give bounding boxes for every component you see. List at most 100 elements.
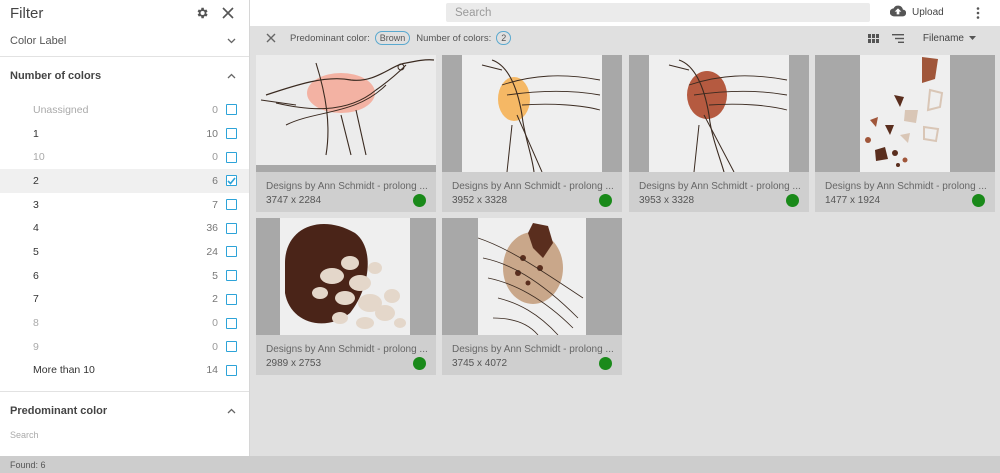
image-filename: Designs by Ann Schmidt - prolong ...	[452, 181, 614, 192]
image-dimensions: 3747 x 2284	[266, 195, 322, 206]
image-card[interactable]: Designs by Ann Schmidt - prolong ... 374…	[256, 55, 436, 212]
number-of-colors-option[interactable]: 1 10	[0, 122, 249, 146]
option-checkbox[interactable]	[226, 364, 237, 376]
number-of-colors-option[interactable]: More than 10 14	[0, 359, 249, 383]
image-thumbnail	[256, 218, 436, 335]
number-of-colors-option[interactable]: 26	[0, 169, 249, 193]
option-count: 24	[206, 245, 218, 258]
option-checkbox[interactable]	[226, 128, 237, 140]
status-dot	[786, 194, 799, 207]
found-count: Found: 6	[10, 459, 46, 470]
image-card[interactable]: Designs by Ann Schmidt - prolong ... 395…	[629, 55, 809, 212]
option-label: 7	[33, 293, 39, 306]
more-vert-icon[interactable]	[968, 3, 988, 23]
image-filename: Designs by Ann Schmidt - prolong ...	[639, 181, 801, 192]
number-of-colors-option[interactable]: Unassigned 0	[0, 98, 249, 122]
option-label: 8	[33, 317, 39, 330]
number-of-colors-option[interactable]: 90	[0, 335, 249, 359]
image-filename: Designs by Ann Schmidt - prolong ...	[266, 344, 428, 355]
number-of-colors-option[interactable]: 4 36	[0, 216, 249, 240]
number-of-colors-option[interactable]: 37	[0, 193, 249, 217]
status-dot	[599, 357, 612, 370]
option-checkbox[interactable]	[226, 341, 237, 353]
upload-button[interactable]: Upload	[889, 3, 944, 22]
predominant-color-search[interactable]: Search	[0, 430, 249, 442]
image-dimensions: 1477 x 1924	[825, 195, 881, 206]
color-label-section[interactable]: Color Label	[0, 26, 249, 56]
chevron-up-icon	[223, 403, 239, 419]
sort-dropdown[interactable]: Filename	[923, 33, 976, 44]
filter-title: Filter	[10, 4, 44, 22]
option-label: 5	[33, 245, 39, 258]
number-of-colors-option[interactable]: 72	[0, 288, 249, 312]
image-card[interactable]: Designs by Ann Schmidt - prolong ... 298…	[256, 218, 436, 375]
image-thumbnail	[629, 55, 809, 172]
option-checkbox[interactable]	[226, 270, 237, 282]
active-filters-bar: Predominant color: Brown Number of color…	[250, 26, 1000, 50]
image-thumbnail	[442, 55, 622, 172]
search-input[interactable]: Search	[446, 3, 870, 22]
image-card[interactable]: Designs by Ann Schmidt - prolong ... 147…	[815, 55, 995, 212]
status-dot	[413, 357, 426, 370]
image-thumbnail	[442, 218, 622, 335]
sort-order-icon[interactable]	[889, 29, 907, 47]
image-thumbnail	[815, 55, 995, 172]
number-filter-label: Number of colors:	[416, 32, 492, 44]
abstract-shapes-image	[285, 224, 406, 329]
number-of-colors-title: Number of colors	[10, 70, 102, 82]
upload-label: Upload	[912, 7, 944, 18]
cloud-upload-icon	[889, 5, 907, 20]
option-count: 5	[212, 269, 218, 282]
image-filename: Designs by Ann Schmidt - prolong ...	[266, 181, 428, 192]
option-label: 2	[33, 174, 39, 187]
color-label-title: Color Label	[10, 35, 67, 47]
abstract-shapes-image	[865, 57, 944, 167]
option-checkbox[interactable]	[226, 175, 237, 187]
option-label: 1	[33, 127, 39, 140]
status-dot	[599, 194, 612, 207]
number-of-colors-option[interactable]: 65	[0, 264, 249, 288]
option-checkbox[interactable]	[226, 104, 237, 116]
grid-view-icon[interactable]	[865, 29, 883, 47]
number-of-colors-option[interactable]: 10 0	[0, 145, 249, 169]
image-dimensions: 3745 x 4072	[452, 358, 508, 369]
image-dimensions: 3952 x 3328	[452, 195, 508, 206]
option-checkbox[interactable]	[226, 151, 237, 163]
filter-sidebar: Filter Color Label Number of colors Unas…	[0, 0, 250, 456]
option-label: 6	[33, 269, 39, 282]
predominant-filter-label: Predominant color:	[290, 32, 370, 44]
image-card[interactable]: Designs by Ann Schmidt - prolong ... 374…	[442, 218, 622, 375]
number-of-colors-options: Unassigned 0 1 10 10 0 2 6 3 7 4 36 5 24 6 5 7 2 8 0 9 0 More …	[0, 95, 249, 382]
option-count: 0	[212, 317, 218, 330]
option-label: 3	[33, 198, 39, 211]
number-of-colors-section[interactable]: Number of colors	[0, 57, 249, 95]
option-count: 2	[212, 293, 218, 306]
option-checkbox[interactable]	[226, 293, 237, 305]
status-dot	[972, 194, 985, 207]
gear-icon[interactable]	[191, 2, 213, 24]
close-icon[interactable]	[217, 2, 239, 24]
option-checkbox[interactable]	[226, 246, 237, 258]
option-count: 7	[212, 198, 218, 211]
chevron-down-icon	[223, 33, 239, 49]
image-filename: Designs by Ann Schmidt - prolong ...	[825, 181, 987, 192]
clear-filters-icon[interactable]	[264, 31, 278, 45]
image-card[interactable]: Designs by Ann Schmidt - prolong ... 395…	[442, 55, 622, 212]
option-checkbox[interactable]	[226, 222, 237, 234]
option-label: More than 10	[33, 364, 95, 377]
status-bar: Found: 6	[0, 456, 1000, 473]
number-of-colors-option[interactable]: 5 24	[0, 240, 249, 264]
option-checkbox[interactable]	[226, 199, 237, 211]
option-count: 36	[206, 222, 218, 235]
predominant-color-chip[interactable]: Brown	[374, 31, 411, 45]
image-dimensions: 2989 x 2753	[266, 358, 322, 369]
number-of-colors-chip[interactable]: 2	[496, 31, 512, 45]
image-dimensions: 3953 x 3328	[639, 195, 695, 206]
abstract-shapes-image	[477, 223, 584, 335]
predominant-color-section[interactable]: Predominant color	[0, 392, 249, 430]
top-bar: Search Upload	[250, 0, 1000, 26]
option-label: 9	[33, 340, 39, 353]
option-count: 0	[212, 340, 218, 353]
option-checkbox[interactable]	[226, 317, 237, 329]
number-of-colors-option[interactable]: 80	[0, 311, 249, 335]
